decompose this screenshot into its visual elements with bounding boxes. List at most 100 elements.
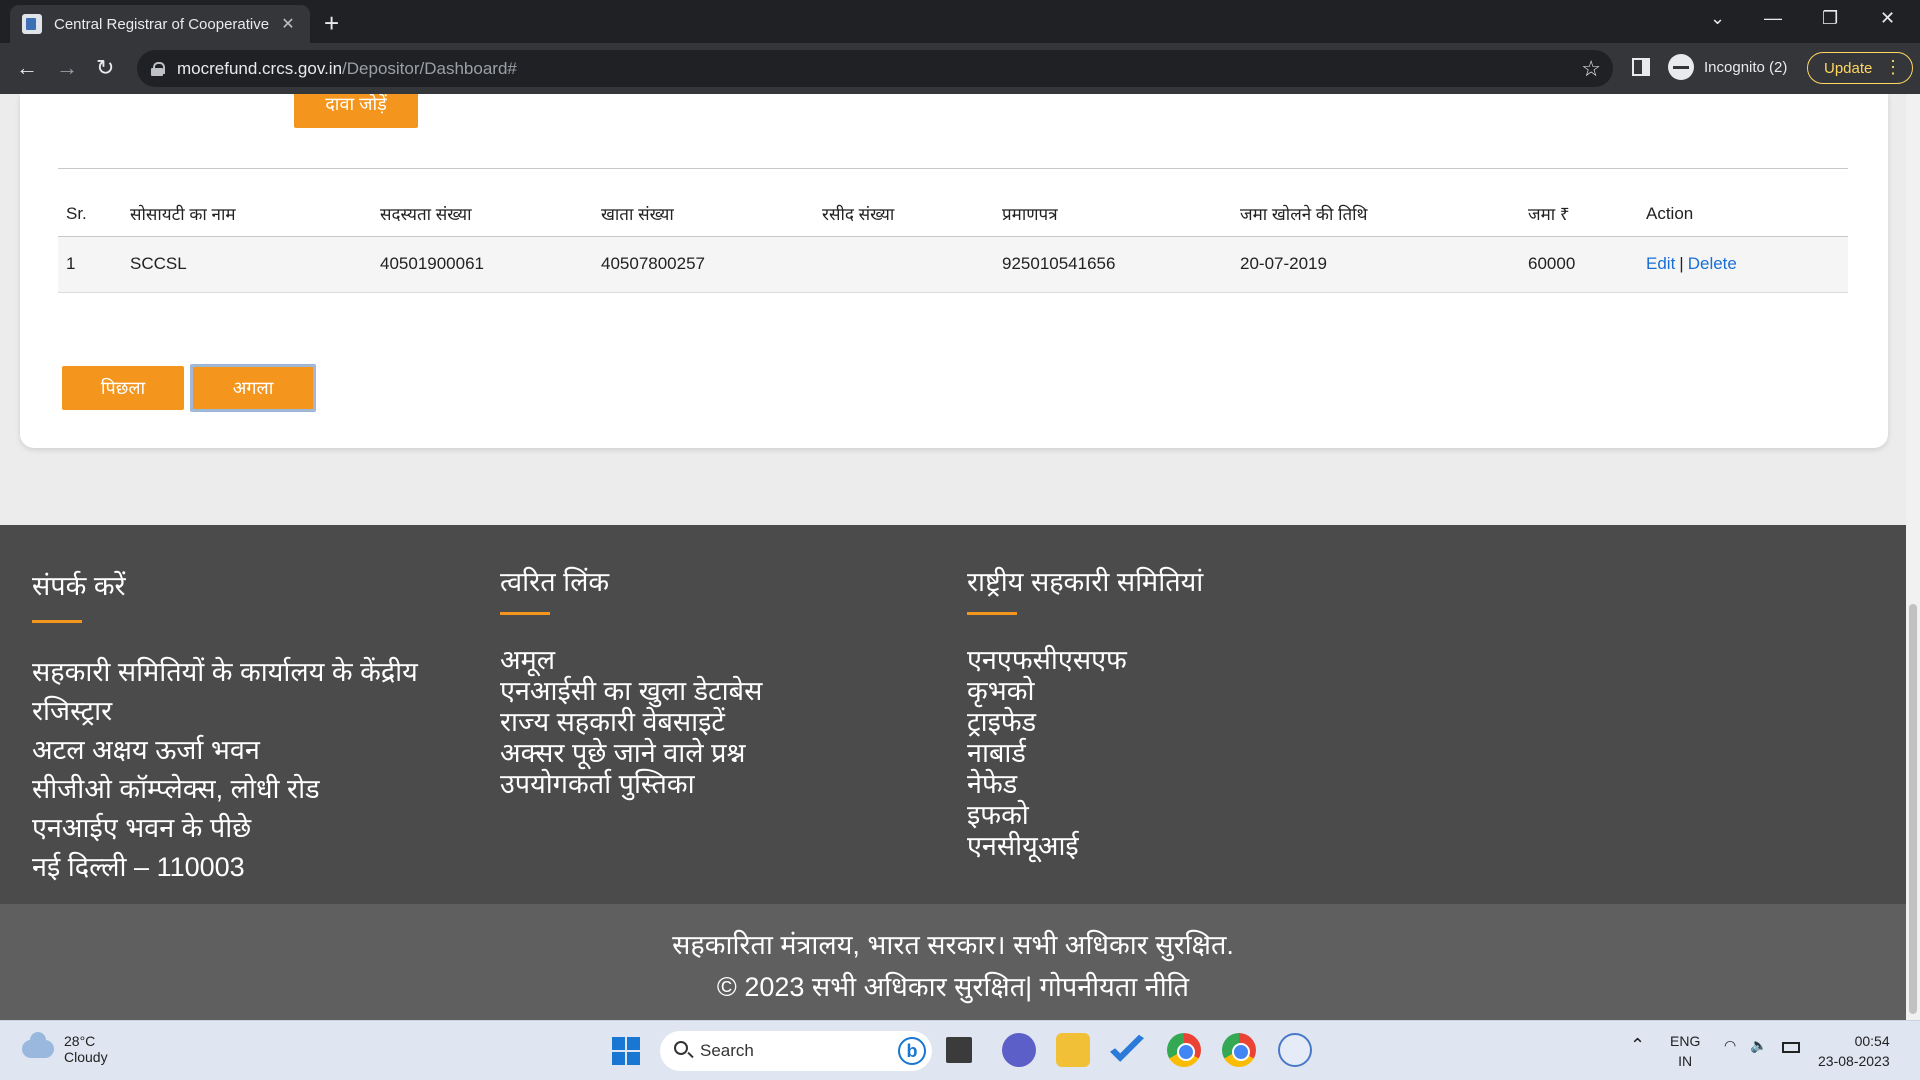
cell-action: Edit | Delete bbox=[1638, 236, 1848, 293]
next-button[interactable]: अगला bbox=[190, 364, 316, 412]
cell-receipt bbox=[814, 236, 994, 293]
scrollbar-thumb[interactable] bbox=[1909, 604, 1917, 1014]
browser-toolbar: ← → ↻ mocrefund.crcs.gov.in /Depositor/D… bbox=[0, 43, 1920, 94]
app-icon[interactable] bbox=[1278, 1033, 1312, 1067]
footer-link[interactable]: इफको bbox=[967, 800, 1203, 831]
footer-quick-links: त्वरित लिंक अमूल एनआईसी का खुला डेटाबेस … bbox=[500, 567, 762, 800]
url-host: mocrefund.crcs.gov.in bbox=[177, 58, 343, 78]
header-certificate: प्रमाणपत्र bbox=[994, 192, 1232, 237]
footer-link[interactable]: अक्सर पूछे जाने वाले प्रश्न bbox=[500, 738, 762, 769]
page-scrollbar[interactable] bbox=[1906, 94, 1920, 1020]
header-sr: Sr. bbox=[58, 192, 122, 237]
battery-icon[interactable] bbox=[1782, 1042, 1800, 1053]
action-separator: | bbox=[1679, 254, 1684, 273]
footer-link[interactable]: राज्य सहकारी वेबसाइटें bbox=[500, 707, 762, 738]
footer-link[interactable]: उपयोगकर्ता पुस्तिका bbox=[500, 769, 762, 800]
restore-button[interactable]: ❐ bbox=[1822, 8, 1838, 29]
forward-button[interactable]: → bbox=[56, 55, 78, 81]
footer-link[interactable]: एनएफसीएसएफ bbox=[967, 645, 1203, 676]
update-button[interactable]: Update ⋮ bbox=[1807, 52, 1913, 84]
minimize-button[interactable]: — bbox=[1764, 8, 1782, 29]
copyright-bar: सहकारिता मंत्रालय, भारत सरकार। सभी अधिका… bbox=[0, 904, 1906, 1020]
incognito-indicator[interactable]: Incognito (2) bbox=[1668, 54, 1787, 80]
update-label: Update bbox=[1824, 59, 1873, 77]
url-path: /Depositor/Dashboard# bbox=[342, 58, 517, 78]
header-society: सोसायटी का नाम bbox=[122, 192, 372, 237]
start-icon[interactable] bbox=[612, 1037, 640, 1065]
search-icon bbox=[674, 1041, 688, 1055]
file-explorer-icon[interactable] bbox=[1056, 1033, 1090, 1067]
volume-icon[interactable]: 🔈 bbox=[1750, 1037, 1767, 1054]
cell-certificate: 925010541656 bbox=[994, 236, 1232, 293]
table-header-row: Sr. सोसायटी का नाम सदस्यता संख्या खाता स… bbox=[58, 192, 1848, 237]
header-deposit-date: जमा खोलने की तिथि bbox=[1232, 192, 1520, 237]
language-indicator[interactable]: ENG IN bbox=[1670, 1031, 1700, 1071]
lock-icon[interactable] bbox=[151, 61, 165, 76]
cell-sr: 1 bbox=[58, 236, 122, 293]
tab-title: Central Registrar of Cooperative bbox=[54, 15, 270, 33]
claims-table: Sr. सोसायटी का नाम सदस्यता संख्या खाता स… bbox=[58, 192, 1848, 293]
weather-condition: Cloudy bbox=[64, 1049, 108, 1065]
incognito-icon bbox=[1668, 54, 1694, 80]
divider bbox=[58, 168, 1848, 169]
language-code: ENG bbox=[1670, 1033, 1701, 1049]
address-bar[interactable]: mocrefund.crcs.gov.in /Depositor/Dashboa… bbox=[137, 50, 1613, 87]
previous-button[interactable]: पिछला bbox=[62, 366, 184, 410]
table-row: 1 SCCSL 40501900061 40507800257 92501054… bbox=[58, 236, 1848, 293]
header-amount: जमा ₹ bbox=[1520, 192, 1638, 237]
header-action: Action bbox=[1638, 192, 1848, 237]
page-viewport: दावा जोड़ें Sr. सोसायटी का नाम सदस्यता स… bbox=[0, 94, 1906, 1020]
site-footer: संपर्क करें सहकारी समितियों के कार्यालय … bbox=[0, 525, 1906, 905]
address-line: एनआईए भवन के पीछे bbox=[32, 813, 252, 843]
footer-national-cooperatives: राष्ट्रीय सहकारी समितियां एनएफसीएसएफ कृभ… bbox=[967, 567, 1203, 862]
cell-deposit-date: 20-07-2019 bbox=[1232, 236, 1520, 293]
browser-tab-strip: Central Registrar of Cooperative ✕ + ⌄ —… bbox=[0, 0, 1920, 43]
footer-link[interactable]: ट्राइफेड bbox=[967, 707, 1203, 738]
footer-link[interactable]: नाबार्ड bbox=[967, 738, 1203, 769]
wifi-icon[interactable]: ◠ bbox=[1724, 1037, 1736, 1054]
task-view-icon[interactable] bbox=[946, 1037, 972, 1063]
menu-dots-icon[interactable]: ⋮ bbox=[1884, 57, 1902, 78]
close-window-button[interactable]: ✕ bbox=[1880, 8, 1895, 29]
bing-icon[interactable]: b bbox=[898, 1037, 926, 1065]
back-button[interactable]: ← bbox=[16, 55, 38, 81]
teams-chat-icon[interactable] bbox=[1002, 1033, 1036, 1067]
address-line: रजिस्ट्रार bbox=[32, 696, 113, 726]
delete-link[interactable]: Delete bbox=[1688, 254, 1737, 273]
footer-link[interactable]: अमूल bbox=[500, 645, 762, 676]
taskbar-search[interactable]: Search b bbox=[660, 1031, 932, 1071]
tab-search-icon[interactable]: ⌄ bbox=[1710, 8, 1725, 29]
browser-tab[interactable]: Central Registrar of Cooperative ✕ bbox=[10, 5, 310, 43]
new-tab-button[interactable]: + bbox=[324, 8, 339, 39]
site-favicon-icon bbox=[22, 14, 42, 34]
add-claim-button[interactable]: दावा जोड़ें bbox=[294, 94, 418, 128]
heading-underline bbox=[32, 620, 82, 623]
system-clock[interactable]: 00:54 23-08-2023 bbox=[1818, 1031, 1890, 1071]
footer-link[interactable]: नेफेड bbox=[967, 769, 1203, 800]
reload-button[interactable]: ↻ bbox=[96, 55, 114, 81]
address-line: नई दिल्ली – 110003 bbox=[32, 852, 245, 882]
side-panel-icon[interactable] bbox=[1632, 58, 1650, 76]
copyright-line-2[interactable]: © 2023 सभी अधिकार सुरक्षित| गोपनीयता नीत… bbox=[0, 966, 1906, 1008]
incognito-label: Incognito (2) bbox=[1704, 58, 1788, 76]
show-hidden-icons-chevron-icon[interactable]: ⌃ bbox=[1630, 1035, 1645, 1056]
bookmark-star-icon[interactable]: ☆ bbox=[1581, 56, 1601, 82]
cell-society: SCCSL bbox=[122, 236, 372, 293]
edit-link[interactable]: Edit bbox=[1646, 254, 1675, 273]
address-line: अटल अक्षय ऊर्जा भवन bbox=[32, 735, 260, 765]
chrome-incognito-icon[interactable] bbox=[1167, 1033, 1201, 1067]
header-receipt: रसीद संख्या bbox=[814, 192, 994, 237]
search-label: Search bbox=[700, 1041, 754, 1060]
heading-underline bbox=[500, 612, 550, 615]
todo-icon[interactable] bbox=[1110, 1034, 1144, 1062]
footer-link[interactable]: एनसीयूआई bbox=[967, 831, 1203, 862]
footer-link[interactable]: कृभको bbox=[967, 676, 1203, 707]
footer-contact-heading: संपर्क करें bbox=[32, 571, 126, 601]
footer-national-heading: राष्ट्रीय सहकारी समितियां bbox=[967, 567, 1204, 597]
tab-close-icon[interactable]: ✕ bbox=[278, 14, 298, 34]
weather-widget[interactable]: 28°C Cloudy bbox=[22, 1032, 108, 1065]
cloud-icon bbox=[22, 1032, 54, 1058]
chrome-icon[interactable] bbox=[1222, 1033, 1256, 1067]
footer-link[interactable]: एनआईसी का खुला डेटाबेस bbox=[500, 676, 762, 707]
region-code: IN bbox=[1678, 1053, 1693, 1069]
